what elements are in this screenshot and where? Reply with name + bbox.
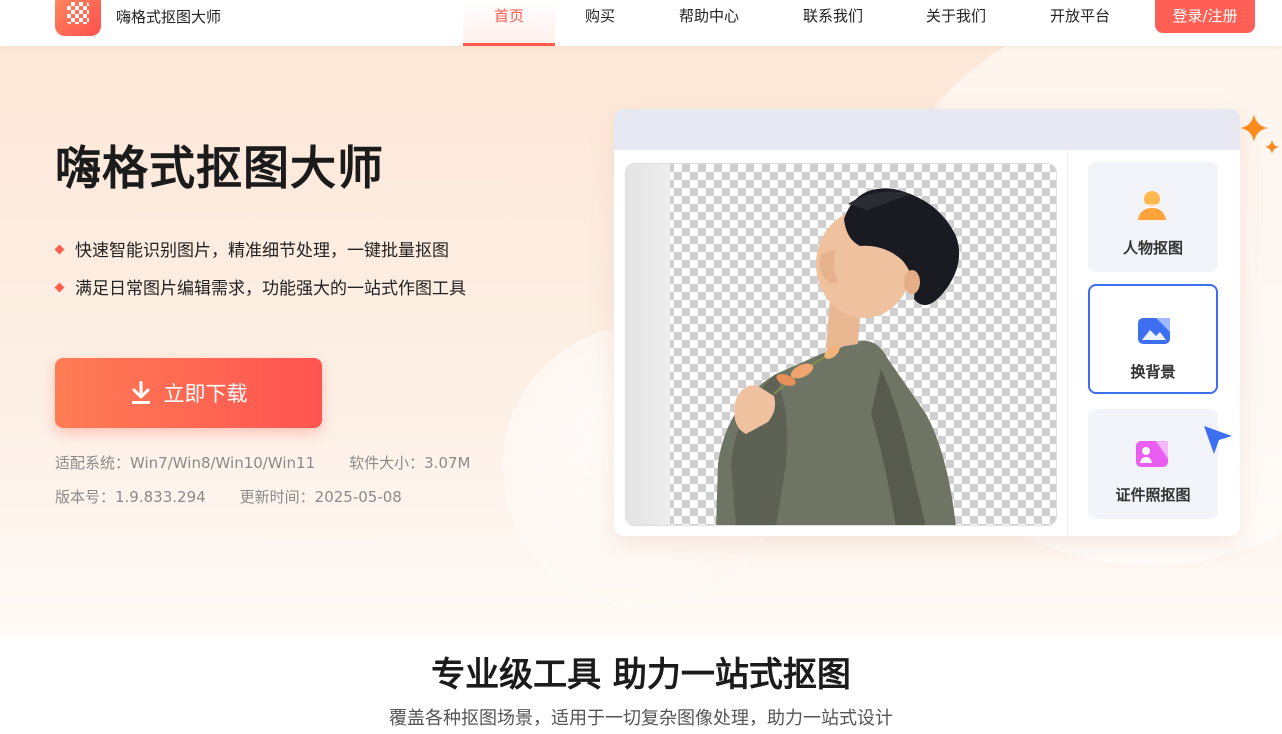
pointer-cursor-icon xyxy=(1204,426,1232,454)
version-number: 版本号：1.9.833.294 xyxy=(55,488,206,506)
section-title: 专业级工具 助力一站式抠图 xyxy=(431,655,851,695)
tool-label: 换背景 xyxy=(1130,363,1176,381)
bullet-icon xyxy=(54,244,65,254)
change-background-icon xyxy=(1138,318,1170,344)
software-info-row: 适配系统：Win7/Win8/Win10/Win11 软件大小：3.07M xyxy=(55,452,470,473)
nav-item-about[interactable]: 关于我们 xyxy=(913,0,999,46)
top-navbar: 嗨格式抠图大师 首页 购买 帮助中心 联系我们 关于我们 开放平台 登录/注册 xyxy=(0,0,1282,46)
feature-text: 快速智能识别图片，精准细节处理，一键批量抠图 xyxy=(75,241,449,261)
tool-label: 证件照抠图 xyxy=(1115,486,1191,504)
sparkle-icon xyxy=(1240,114,1279,154)
download-icon xyxy=(131,381,150,404)
nav-item-open-platform[interactable]: 开放平台 xyxy=(1037,0,1123,46)
feature-item: 快速智能识别图片，精准细节处理，一键批量抠图 xyxy=(54,236,449,261)
nav-item-contact[interactable]: 联系我们 xyxy=(790,0,876,46)
feature-text: 满足日常图片编辑需求，功能强大的一站式作图工具 xyxy=(75,279,466,299)
id-photo-icon xyxy=(1136,441,1168,467)
feature-item: 满足日常图片编辑需求，功能强大的一站式作图工具 xyxy=(54,274,466,299)
person-cutout-illustration xyxy=(716,188,960,525)
tool-id-photo-cutout[interactable]: 证件照抠图 xyxy=(1088,409,1218,519)
update-time: 更新时间：2025-05-08 xyxy=(239,488,402,506)
nav-item-help[interactable]: 帮助中心 xyxy=(666,0,752,46)
version-info-row: 版本号：1.9.833.294 更新时间：2025-05-08 xyxy=(55,486,402,507)
download-button[interactable]: 立即下载 xyxy=(55,358,322,428)
tool-person-cutout[interactable]: 人物抠图 xyxy=(1088,162,1218,272)
app-titlebar xyxy=(614,109,1240,150)
section-subtitle: 覆盖各种抠图场景，适用于一切复杂图像处理，助力一站式设计 xyxy=(389,708,893,729)
tool-label: 人物抠图 xyxy=(1122,239,1183,257)
software-size: 软件大小：3.07M xyxy=(349,454,471,472)
hero-title: 嗨格式抠图大师 xyxy=(55,141,384,195)
hero-section: 嗨格式抠图大师 快速智能识别图片，精准细节处理，一键批量抠图 满足日常图片编辑需… xyxy=(0,46,1282,636)
login-register-button[interactable]: 登录/注册 xyxy=(1155,0,1255,33)
brand-name[interactable]: 嗨格式抠图大师 xyxy=(116,6,221,27)
download-label: 立即下载 xyxy=(163,382,248,406)
app-preview-window: 人物抠图 换背景 证件照抠图 xyxy=(614,109,1240,536)
person-cutout-icon xyxy=(1138,191,1166,220)
bullet-icon xyxy=(54,282,65,292)
nav-item-home[interactable]: 首页 xyxy=(463,0,555,46)
tool-sidebar: 人物抠图 换背景 证件照抠图 xyxy=(1067,150,1240,536)
tool-change-background[interactable]: 换背景 xyxy=(1088,284,1218,394)
nav-item-buy[interactable]: 购买 xyxy=(570,0,630,46)
cutout-preview-canvas xyxy=(625,163,1057,526)
app-logo-icon[interactable] xyxy=(55,0,101,36)
system-compat: 适配系统：Win7/Win8/Win10/Win11 xyxy=(55,454,316,472)
